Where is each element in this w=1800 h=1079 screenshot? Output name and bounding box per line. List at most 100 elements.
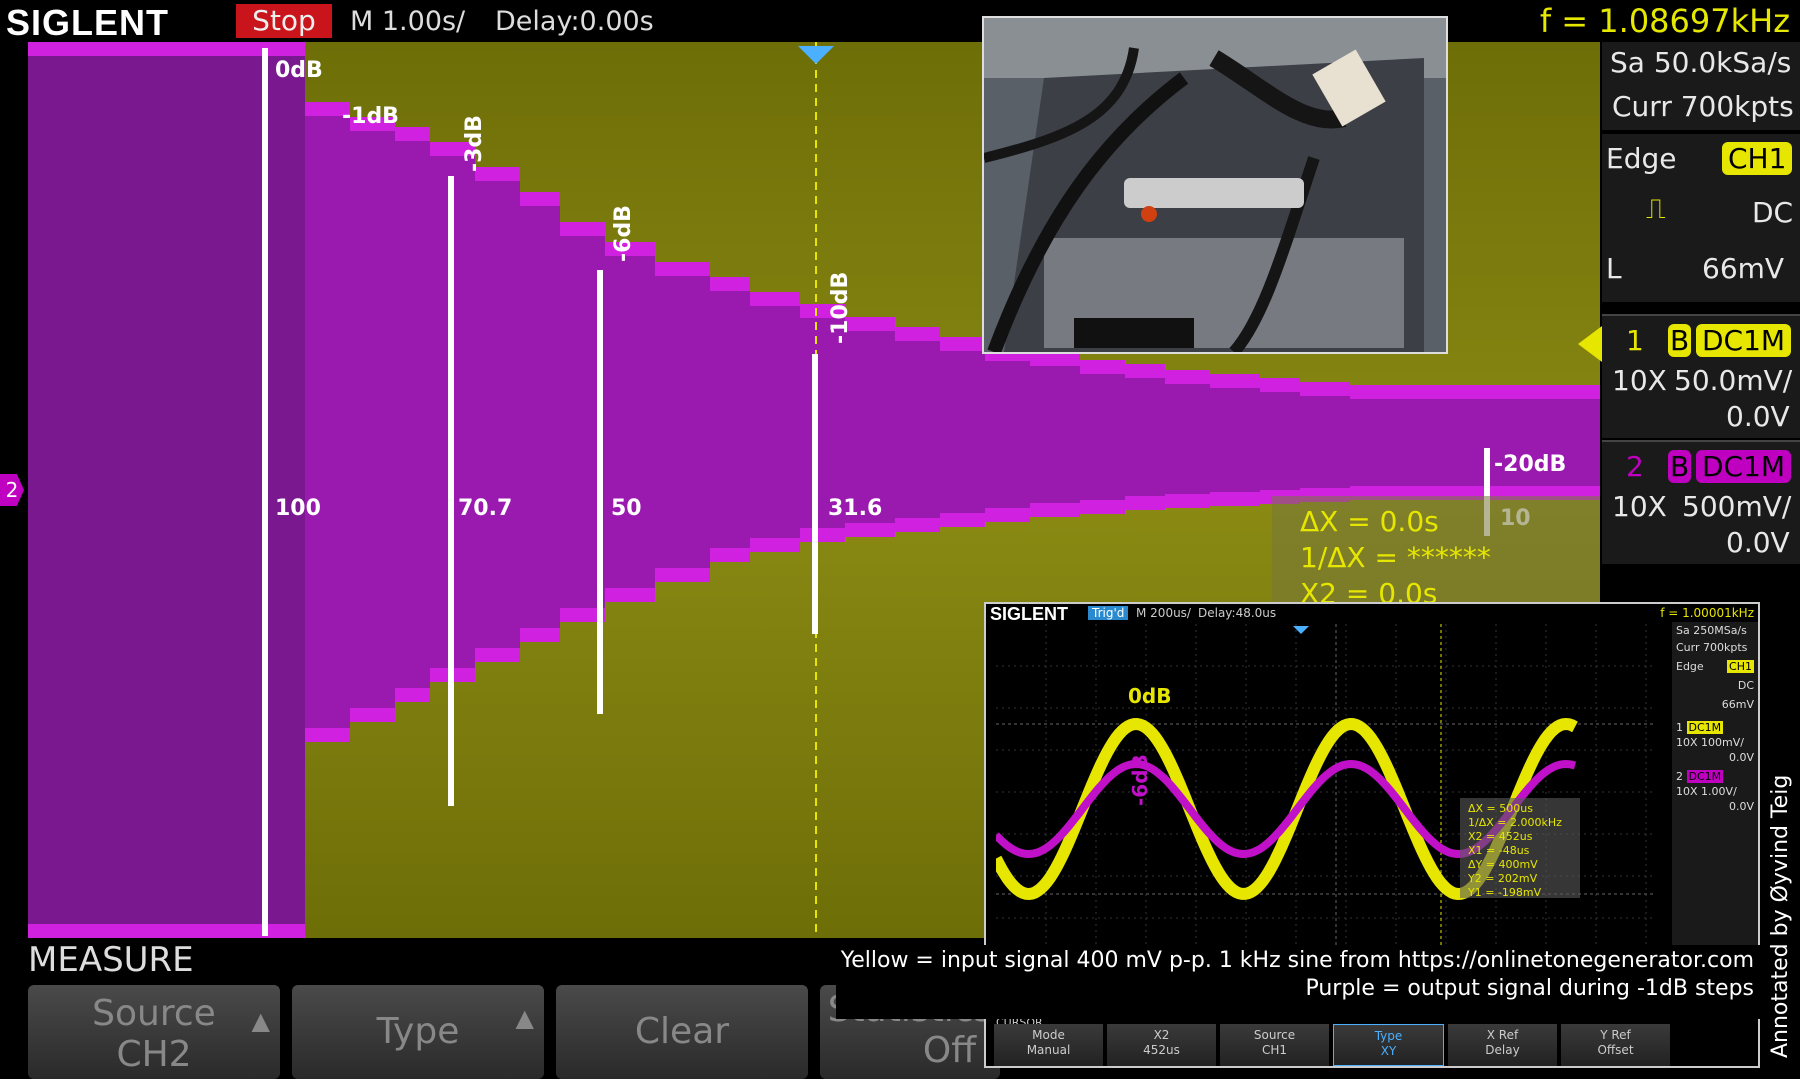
inset-sample-rate: Sa 250MSa/s <box>1676 624 1747 637</box>
inset-softkey-value: Offset <box>1597 1043 1634 1057</box>
ch2-envelope-step <box>1300 382 1350 502</box>
ch2-envelope-edge <box>800 528 845 542</box>
ch2-envelope-edge <box>750 538 800 552</box>
ch1-scale: 50.0mV/ <box>1674 364 1793 397</box>
inset-softkey-title: X Ref <box>1486 1028 1519 1042</box>
step-label-20db: -20dB <box>1494 452 1567 477</box>
trigger-panel[interactable]: Edge CH1 ⎍ DC L 66mV <box>1602 134 1800 302</box>
step-bar-10db <box>812 354 818 634</box>
ch2-scale: 500mV/ <box>1682 490 1792 523</box>
inset-ch2-offset: 0.0V <box>1728 800 1754 813</box>
cursor-inverse-delta-x: 1/ΔX = ****** <box>1300 541 1491 574</box>
ch2-envelope-edge <box>1030 503 1080 517</box>
softkey-type[interactable]: Type ▲ <box>292 985 544 1079</box>
step-value-0db: 100 <box>275 496 321 521</box>
run-stop-indicator[interactable]: Stop <box>236 4 332 38</box>
inset-level: 66mV <box>1721 698 1754 711</box>
ch2-envelope-step <box>605 242 655 602</box>
ch2-envelope-edge <box>1300 382 1350 396</box>
inset-trigger-source: CH1 <box>1727 660 1754 673</box>
inset-softkey-1[interactable]: X2 452us <box>1107 1024 1216 1066</box>
inset-ch2-num: 2 <box>1676 770 1683 783</box>
ch2-envelope-edge <box>560 222 605 236</box>
inset-softkey-value: Delay <box>1485 1043 1520 1057</box>
ch2-envelope-edge <box>895 327 940 341</box>
up-arrow-icon: ▲ <box>251 1007 270 1035</box>
ch2-envelope-edge <box>940 337 985 351</box>
ch2-envelope-edge <box>1260 378 1300 392</box>
caption-box: Yellow = input signal 400 mV p-p. 1 kHz … <box>836 945 1766 1019</box>
inset-softkey-0[interactable]: Mode Manual <box>994 1024 1103 1066</box>
frequency-counter: f = 1.08697kHz <box>1539 2 1790 40</box>
ch2-panel[interactable]: 2 B DC1M 10X 500mV/ 0.0V <box>1602 440 1800 564</box>
inset-memory: Curr 700kpts <box>1676 641 1748 654</box>
inset-softkey-5[interactable]: Y Ref Offset <box>1561 1024 1670 1066</box>
ch2-envelope-step <box>1350 385 1600 500</box>
inset-softkey-title: Y Ref <box>1600 1028 1631 1042</box>
memory-depth: Curr 700kpts <box>1612 90 1794 123</box>
ch2-envelope-edge <box>1210 374 1260 388</box>
inset-cursor-readout: ΔX = 500us 1/ΔX = 2.000kHz X2 = 452us X1… <box>1460 798 1580 899</box>
ch2-envelope-step <box>1125 364 1165 510</box>
scope-screen: SIGLENT Stop M 1.00s/ Delay:0.00s f = 1.… <box>0 0 1800 1079</box>
ch2-envelope-step <box>350 117 395 722</box>
brand-logo: SIGLENT <box>6 2 170 43</box>
ch2-probe: 10X <box>1612 490 1667 523</box>
ch1-bandwidth-limit: B <box>1668 324 1692 357</box>
inset-softkey-value: CH1 <box>1261 1043 1288 1057</box>
acquisition-panel: Sa 50.0kSa/s Curr 700kpts <box>1602 42 1800 130</box>
ch2-envelope-edge <box>1165 494 1210 508</box>
inset-softkey-2[interactable]: Source CH1 <box>1220 1024 1329 1066</box>
timebase-readout: M 1.00s/ <box>350 6 466 37</box>
inset-label-6db: -6dB <box>1128 754 1152 806</box>
menu-title: MEASURE <box>28 940 194 980</box>
inset-ch1-probe: 10X <box>1676 736 1698 749</box>
inset-softkey-4[interactable]: X Ref Delay <box>1448 1024 1557 1066</box>
ch2-coupling: DC1M <box>1696 450 1792 483</box>
ch2-envelope-edge <box>1080 360 1125 374</box>
softkey-clear[interactable]: Clear <box>556 985 808 1079</box>
ch1-panel[interactable]: 1 B DC1M 10X 50.0mV/ 0.0V <box>1602 314 1800 438</box>
ch2-envelope-edge <box>710 277 750 291</box>
ch2-envelope-step <box>655 262 710 582</box>
ch2-envelope-edge <box>395 688 430 702</box>
ch2-envelope-step <box>940 337 985 527</box>
inset-softkey-3[interactable]: Type XY <box>1333 1024 1444 1066</box>
ch2-envelope-step <box>750 292 800 552</box>
up-arrow-icon: ▲ <box>515 1004 534 1032</box>
ch2-envelope-edge <box>845 523 895 537</box>
author-credit: Annotated by Øyvind Teig <box>1768 774 1793 1058</box>
ch2-envelope-edge <box>1350 385 1600 399</box>
ch2-envelope-step <box>1210 374 1260 506</box>
ch2-envelope-edge <box>1165 370 1210 384</box>
trigger-coupling: DC <box>1752 196 1794 229</box>
ch1-offset: 0.0V <box>1726 400 1790 433</box>
step-label-6db: -6dB <box>611 205 636 262</box>
inset-softkey-title: X2 <box>1153 1028 1170 1042</box>
inset-trigger-state: Trig'd <box>1088 606 1129 620</box>
inset-softkey-title: Mode <box>1032 1028 1065 1042</box>
ch2-envelope-step <box>985 347 1030 522</box>
ch1-probe: 10X <box>1612 364 1667 397</box>
ch2-envelope-edge <box>1125 364 1165 378</box>
ch2-offset: 0.0V <box>1726 526 1790 559</box>
inset-cursor-x1: X1 = -48us <box>1468 844 1530 857</box>
inset-cursor-x2: X2 = 452us <box>1468 830 1533 843</box>
inset-coupling: DC <box>1737 679 1754 692</box>
ch2-envelope-edge <box>1210 492 1260 506</box>
inset-trigger-type: Edge <box>1676 660 1704 673</box>
inset-ch2-scale: 1.00V/ <box>1701 785 1737 798</box>
ch2-envelope-step <box>1260 378 1300 504</box>
inset-frequency: f = 1.00001kHz <box>1660 606 1754 620</box>
rising-edge-icon: ⎍ <box>1646 192 1666 225</box>
softkey-source[interactable]: Source CH2 ▲ <box>28 985 280 1079</box>
ch2-envelope-edge <box>750 292 800 306</box>
ch2-envelope-edge <box>475 648 520 662</box>
step-label-3db: -3dB <box>462 115 487 172</box>
ch2-envelope-step <box>1030 352 1080 517</box>
step-value-6db: 50 <box>611 496 642 521</box>
trigger-type: Edge <box>1606 142 1677 175</box>
inset-timebase: M 200us/ <box>1136 606 1191 620</box>
inset-softkey-title: Type <box>1374 1029 1403 1043</box>
softkey-source-value: CH2 <box>116 1034 192 1075</box>
